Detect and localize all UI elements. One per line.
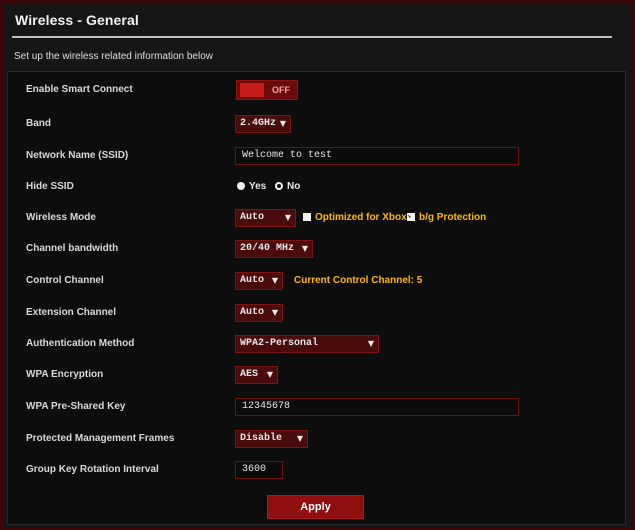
- group-key-input[interactable]: 3600: [235, 461, 283, 479]
- wpa-encryption-select[interactable]: AES ▼: [235, 366, 278, 384]
- hide-ssid-label: Hide SSID: [26, 181, 74, 192]
- triangle-down-icon: ▼: [271, 308, 278, 317]
- auth-method-value: WPA2-Personal: [240, 338, 319, 349]
- page-title: Wireless - General: [15, 12, 139, 28]
- row-extension-channel: Extension Channel Auto ▼: [8, 303, 625, 323]
- wireless-mode-label: Wireless Mode: [26, 212, 96, 223]
- row-pmf: Protected Management Frames Disable ▼: [8, 429, 625, 449]
- row-channel-bandwidth: Channel bandwidth 20/40 MHz ▼: [8, 239, 625, 259]
- toggle-state-text: OFF: [272, 85, 290, 95]
- hide-ssid-yes-label[interactable]: Yes: [249, 181, 266, 192]
- ssid-label: Network Name (SSID): [26, 150, 129, 161]
- triangle-down-icon: ▼: [284, 213, 291, 222]
- radio-icon[interactable]: [237, 182, 245, 190]
- smart-connect-label: Enable Smart Connect: [26, 84, 133, 95]
- auth-method-label: Authentication Method: [26, 338, 135, 349]
- toggle-knob: [240, 83, 264, 97]
- row-psk: WPA Pre-Shared Key 12345678: [8, 397, 625, 417]
- control-channel-value: Auto: [240, 275, 265, 286]
- page-subtitle: Set up the wireless related information …: [14, 51, 213, 62]
- apply-button[interactable]: Apply: [267, 495, 364, 519]
- row-control-channel: Control Channel Auto ▼ Current Control C…: [8, 271, 625, 291]
- triangle-down-icon: ▼: [301, 244, 308, 253]
- extension-channel-label: Extension Channel: [26, 307, 117, 318]
- xbox-option-label: Optimized for Xbox: [315, 212, 407, 223]
- auth-method-select[interactable]: WPA2-Personal ▼: [235, 335, 379, 353]
- title-divider: [12, 36, 612, 38]
- pmf-value: Disable: [240, 433, 283, 444]
- smart-connect-toggle[interactable]: OFF: [236, 80, 298, 100]
- radio-icon[interactable]: [275, 182, 283, 190]
- triangle-down-icon: ▼: [296, 434, 303, 443]
- row-band: Band 2.4GHz ▼: [8, 114, 625, 134]
- band-select[interactable]: 2.4GHz ▼: [235, 115, 291, 133]
- control-channel-select[interactable]: Auto ▼: [235, 272, 283, 290]
- ssid-input[interactable]: Welcome to test: [235, 147, 519, 165]
- band-label: Band: [26, 118, 51, 129]
- channel-bandwidth-select[interactable]: 20/40 MHz ▼: [235, 240, 313, 258]
- row-auth-method: Authentication Method WPA2-Personal ▼: [8, 334, 625, 354]
- psk-input[interactable]: 12345678: [235, 398, 519, 416]
- checkbox-icon[interactable]: [407, 213, 415, 221]
- pmf-label: Protected Management Frames: [26, 433, 175, 444]
- row-smart-connect: Enable Smart Connect OFF: [8, 80, 625, 100]
- triangle-down-icon: ▼: [279, 119, 286, 128]
- wpa-encryption-label: WPA Encryption: [26, 369, 104, 380]
- row-ssid: Network Name (SSID) Welcome to test: [8, 146, 625, 166]
- wireless-mode-select[interactable]: Auto ▼: [235, 209, 296, 227]
- bg-protection-label: b/g Protection: [419, 212, 487, 223]
- channel-bandwidth-value: 20/40 MHz: [240, 243, 295, 254]
- hide-ssid-no-label[interactable]: No: [287, 181, 300, 192]
- row-hide-ssid: Hide SSID Yes No: [8, 177, 625, 197]
- psk-label: WPA Pre-Shared Key: [26, 401, 126, 412]
- triangle-down-icon: ▼: [266, 370, 273, 379]
- wpa-encryption-value: AES: [240, 369, 259, 380]
- control-channel-label: Control Channel: [26, 275, 104, 286]
- checkbox-icon[interactable]: [303, 213, 311, 221]
- channel-bandwidth-label: Channel bandwidth: [26, 243, 119, 254]
- triangle-down-icon: ▼: [367, 339, 374, 348]
- group-key-label: Group Key Rotation Interval: [26, 464, 159, 475]
- triangle-down-icon: ▼: [271, 276, 278, 285]
- row-wireless-mode: Wireless Mode Auto ▼ Optimized for Xbox …: [8, 208, 625, 228]
- pmf-select[interactable]: Disable ▼: [235, 430, 308, 448]
- row-wpa-encryption: WPA Encryption AES ▼: [8, 365, 625, 385]
- extension-channel-select[interactable]: Auto ▼: [235, 304, 283, 322]
- wireless-general-window: Wireless - General Set up the wireless r…: [0, 0, 635, 530]
- wireless-mode-value: Auto: [240, 212, 265, 223]
- current-channel-text: Current Control Channel: 5: [294, 275, 423, 286]
- settings-panel: Enable Smart Connect OFF Band 2.4GHz ▼ N…: [7, 71, 626, 525]
- page-header: Wireless - General: [3, 3, 632, 35]
- row-group-key: Group Key Rotation Interval 3600: [8, 460, 625, 480]
- band-select-value: 2.4GHz: [240, 118, 277, 129]
- extension-channel-value: Auto: [240, 307, 265, 318]
